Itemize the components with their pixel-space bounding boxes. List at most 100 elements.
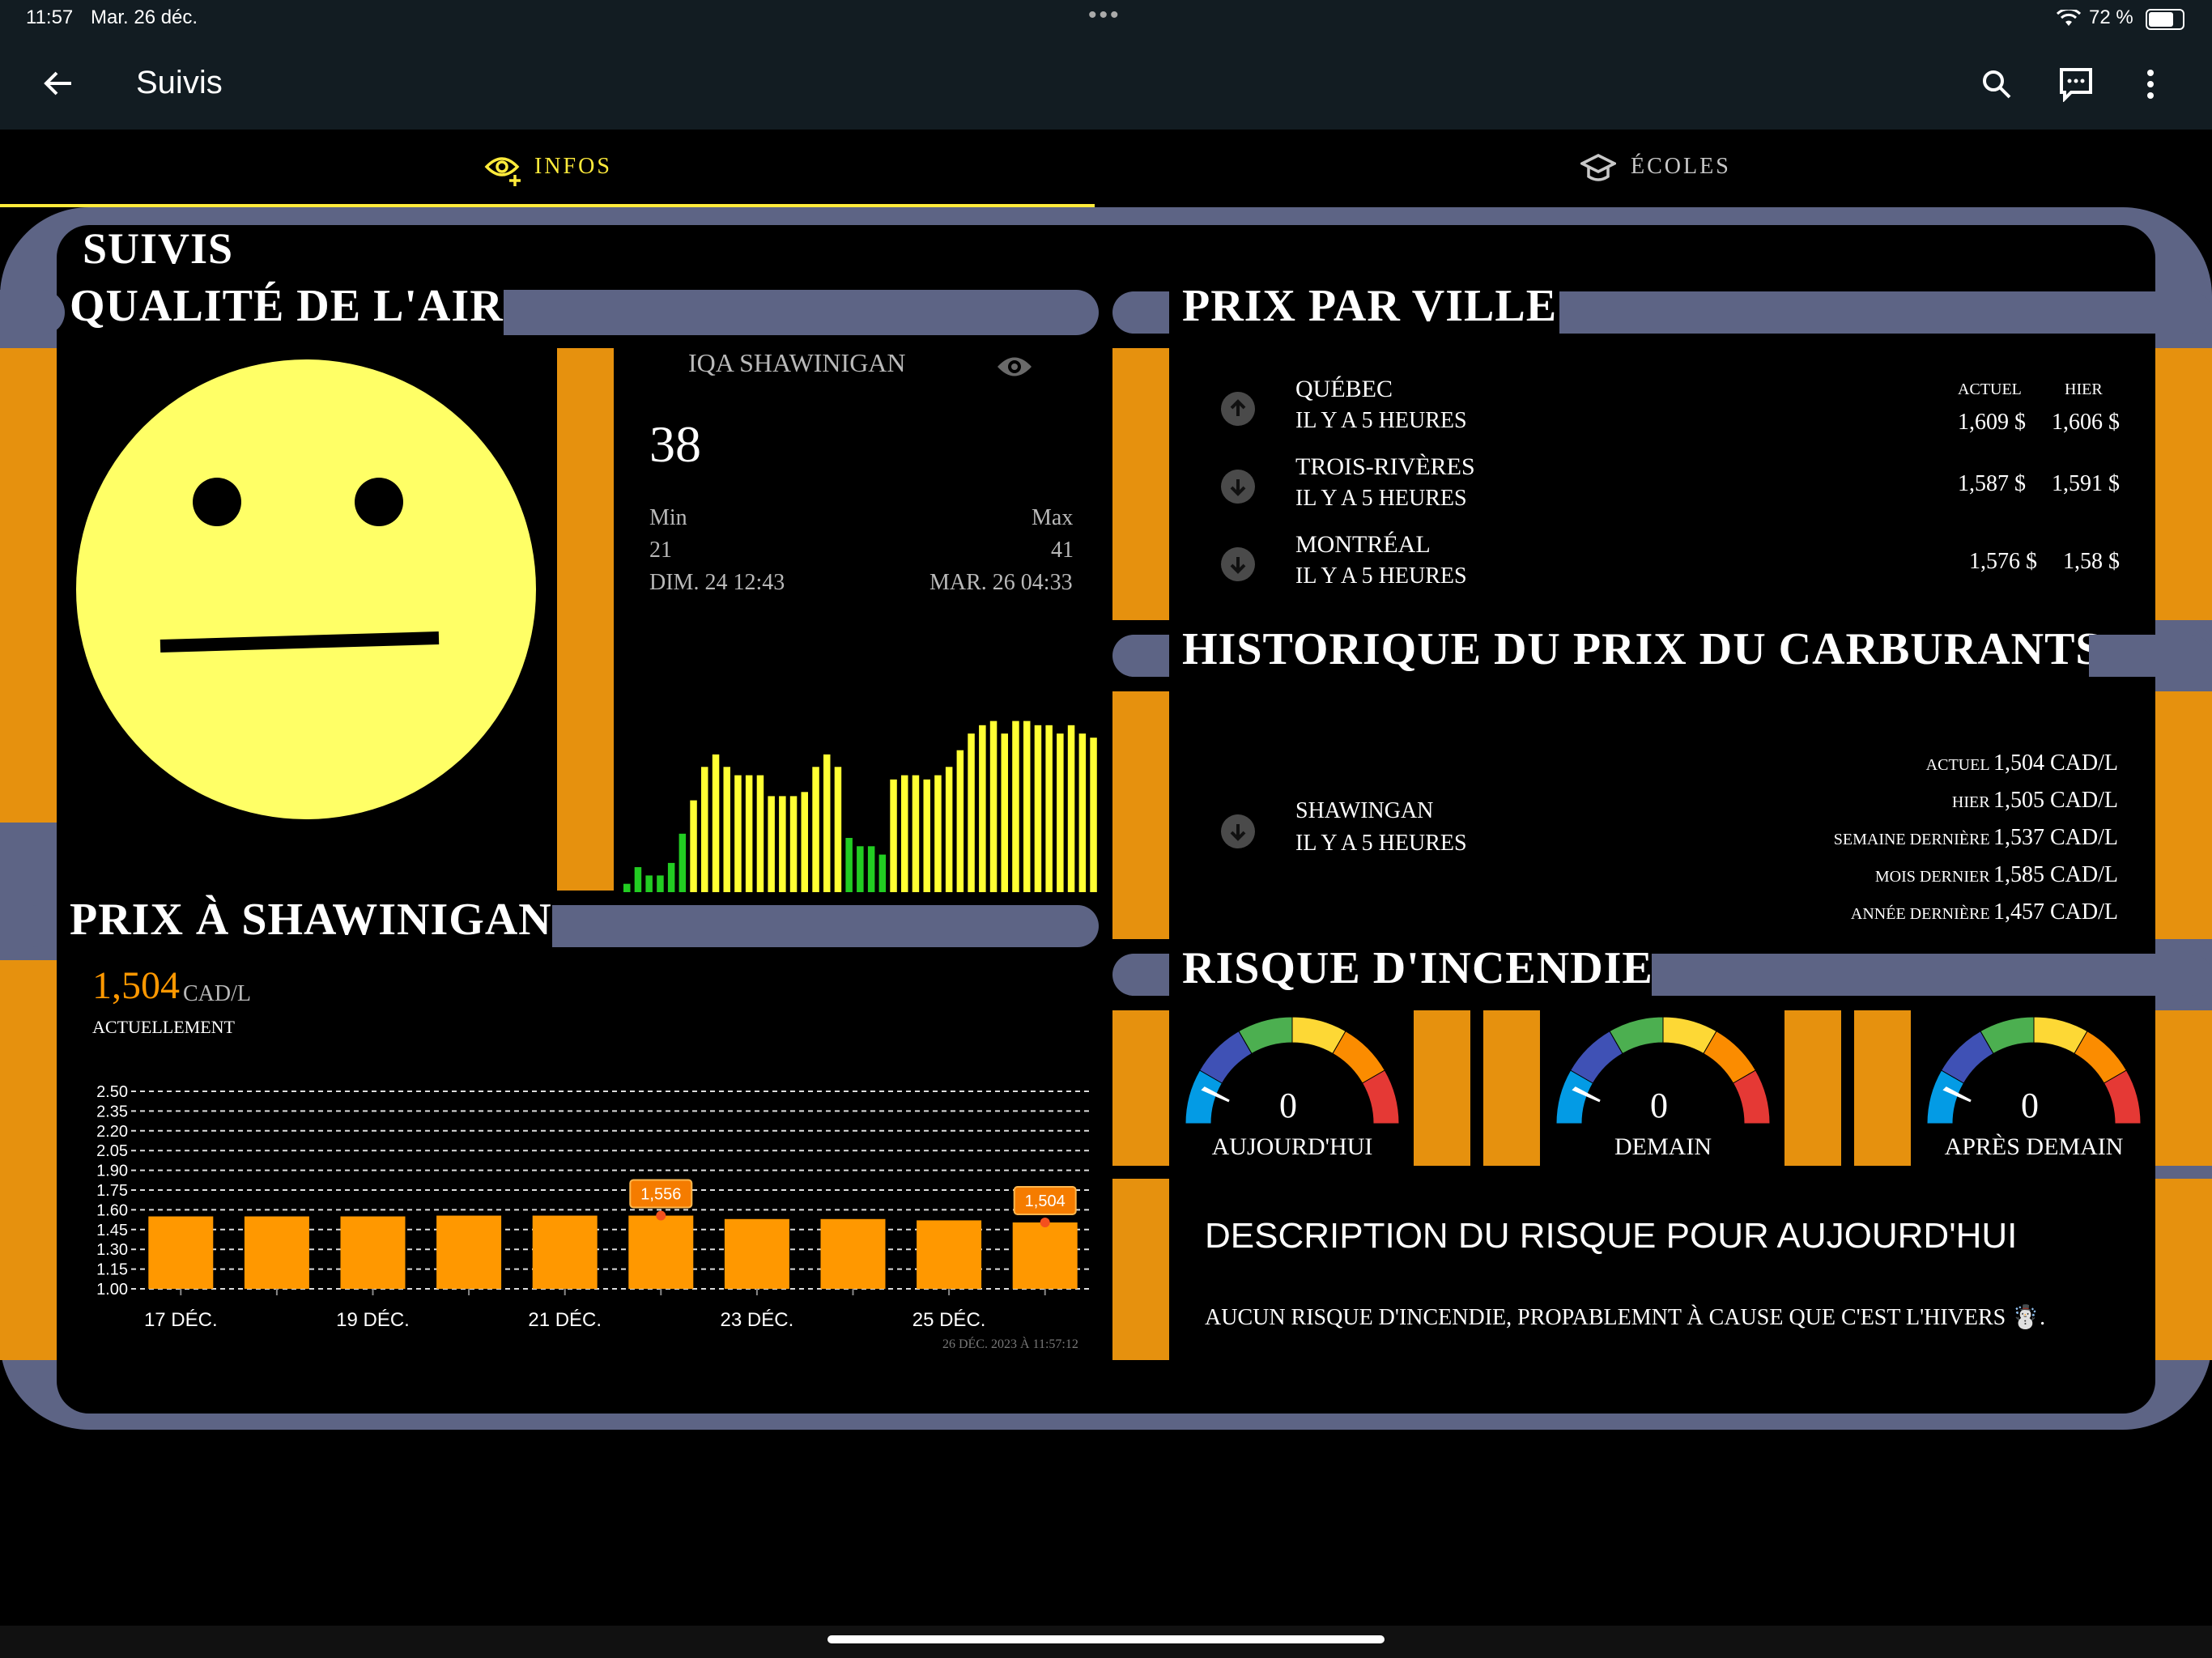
- iqa-bar: [834, 767, 842, 892]
- tab-infos[interactable]: INFOS: [0, 130, 1095, 207]
- iqa-bar: [1067, 725, 1075, 892]
- iqa-bar: [979, 725, 986, 892]
- status-date: Mar. 26 déc.: [91, 6, 198, 28]
- orange-elbow: [2155, 691, 2212, 939]
- city-name: QUÉBEC: [1295, 376, 1393, 402]
- orange-elbow: [2155, 348, 2212, 620]
- price-bar[interactable]: [436, 1215, 502, 1289]
- history-row-value: 1,505 CAD/L: [1993, 788, 2118, 813]
- iqa-bar: [1090, 738, 1097, 892]
- price-bar[interactable]: [340, 1216, 406, 1289]
- city-updated: IL Y A 5 HEURES: [1295, 486, 1467, 511]
- iqa-bar: [956, 750, 964, 892]
- iqa-bar: [667, 862, 675, 892]
- gauge-label: APRÈS DEMAIN: [1944, 1133, 2124, 1160]
- appbar-title: Suivis: [136, 65, 223, 100]
- tab-ecoles-label: ÉCOLES: [1631, 154, 1731, 179]
- iqa-bar: [1078, 733, 1087, 892]
- history-row-value: 1,585 CAD/L: [1993, 862, 2118, 887]
- iqa-value: 38: [649, 415, 701, 473]
- y-tick-label: 1.30: [96, 1241, 128, 1259]
- iqa-min-date: DIM. 24 12:43: [649, 570, 785, 595]
- section-cap: [0, 290, 65, 335]
- city-updated: IL Y A 5 HEURES: [1295, 408, 1467, 433]
- price-bar[interactable]: [820, 1218, 886, 1289]
- page-title: SUIVIS: [83, 224, 234, 273]
- history-row-label: HIER: [1951, 793, 1990, 811]
- history-row-label: SEMAINE DERNIÈRE: [1833, 831, 1990, 848]
- iqa-bar: [645, 875, 653, 892]
- history-row: HIER 1,505 CAD/L: [1834, 784, 2118, 821]
- multitask-dots-icon[interactable]: •••: [1088, 2, 1121, 29]
- price-bar[interactable]: [148, 1216, 214, 1289]
- orange-elbow: [557, 348, 614, 891]
- iqa-bar: [801, 792, 808, 892]
- gauge-label: DEMAIN: [1614, 1133, 1712, 1160]
- x-tick-label: 17 DÉC.: [144, 1309, 218, 1331]
- search-icon[interactable]: [1980, 68, 2013, 100]
- eye-plus-icon: [484, 157, 521, 186]
- orange-elbow: [1854, 1010, 1911, 1166]
- iqa-bar: [623, 883, 631, 892]
- trend-down-icon: [1221, 547, 1255, 581]
- annotation-point: [1040, 1218, 1050, 1228]
- chart-timestamp: 26 DÉC. 2023 À 11:57:12: [942, 1337, 1078, 1351]
- back-arrow-icon[interactable]: [42, 70, 74, 97]
- y-tick-label: 2.50: [96, 1083, 128, 1101]
- history-row-label: ANNÉE DERNIÈRE: [1850, 905, 1990, 923]
- status-bar: 11:57 Mar. 26 déc. ••• 72 %: [0, 0, 2212, 37]
- city-name: TROIS-RIVÈRES: [1295, 453, 1475, 480]
- home-indicator[interactable]: [827, 1635, 1385, 1643]
- iqa-bar: [845, 838, 853, 892]
- orange-elbow: [0, 960, 57, 1360]
- orange-elbow: [1112, 348, 1169, 620]
- city-actual-price: 1,587 $: [1958, 471, 2026, 496]
- gauge-label: AUJOURD'HUI: [1211, 1133, 1373, 1160]
- x-tick-label: 25 DÉC.: [912, 1309, 986, 1331]
- price-bar[interactable]: [724, 1218, 789, 1289]
- price-bar[interactable]: [628, 1215, 694, 1289]
- section-cap: [1112, 635, 1169, 677]
- price-bar[interactable]: [532, 1215, 598, 1289]
- tab-ecoles[interactable]: ÉCOLES: [1095, 130, 2212, 207]
- battery-icon: [2146, 9, 2184, 30]
- orange-elbow: [1414, 1010, 1470, 1166]
- orange-elbow: [1112, 1179, 1169, 1360]
- history-row-label: ACTUEL: [1925, 756, 1990, 774]
- price-city-title: PRIX PAR VILLE: [1182, 281, 1558, 331]
- iqa-bar: [756, 775, 764, 892]
- eye-icon[interactable]: [996, 353, 1033, 380]
- x-tick-label: 23 DÉC.: [721, 1309, 794, 1331]
- col-yesterday-header: HIER: [2065, 380, 2103, 398]
- iqa-max-date: MAR. 26 04:33: [929, 570, 1073, 595]
- iqa-bar: [901, 775, 908, 892]
- iqa-bar: [923, 779, 930, 892]
- air-title: QUALITÉ DE L'AIR: [70, 281, 504, 331]
- wifi-icon: [2057, 10, 2081, 26]
- x-tick-label: 21 DÉC.: [528, 1309, 602, 1331]
- orange-elbow: [1112, 691, 1169, 939]
- y-tick-label: 2.20: [96, 1123, 128, 1141]
- gauge-tomorrow: 0 DEMAIN: [1550, 1010, 1776, 1172]
- history-updated: IL Y A 5 HEURES: [1295, 831, 1467, 856]
- city-updated: IL Y A 5 HEURES: [1295, 563, 1467, 589]
- y-tick-label: 1.60: [96, 1201, 128, 1219]
- orange-elbow: [1483, 1010, 1540, 1166]
- school-cap-icon: [1580, 154, 1616, 181]
- price-bar[interactable]: [244, 1216, 309, 1289]
- iqa-bar: [745, 775, 753, 892]
- price-bar[interactable]: [917, 1220, 982, 1289]
- more-vert-icon[interactable]: [2144, 68, 2157, 100]
- history-row-value: 1,457 CAD/L: [1993, 899, 2118, 925]
- orange-elbow: [1112, 1010, 1169, 1166]
- price-bar[interactable]: [1012, 1222, 1078, 1289]
- tab-bar: INFOS ÉCOLES: [0, 130, 2212, 207]
- comment-icon[interactable]: [2058, 66, 2094, 102]
- status-time: 11:57: [26, 6, 74, 28]
- y-tick-label: 1.90: [96, 1163, 128, 1180]
- iqa-bar: [812, 767, 819, 892]
- battery-percent: 72 %: [2089, 6, 2133, 28]
- gauge-after-tomorrow: 0 APRÈS DEMAIN: [1921, 1010, 2147, 1172]
- orange-elbow: [2155, 1010, 2212, 1166]
- y-tick-label: 1.00: [96, 1281, 128, 1299]
